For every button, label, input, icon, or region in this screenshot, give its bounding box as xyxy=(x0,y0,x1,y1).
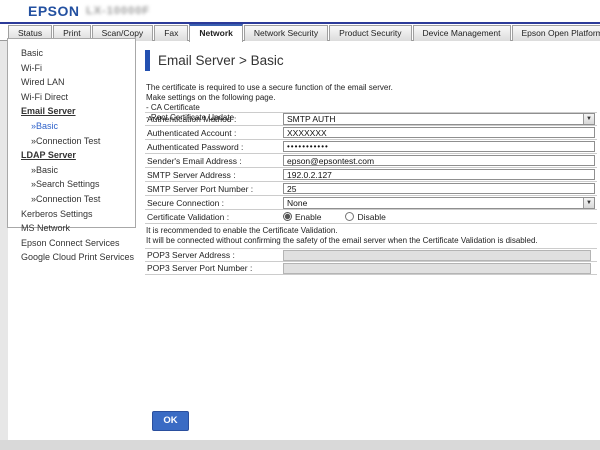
radio-label: Enable xyxy=(295,212,321,222)
field-label: Certificate Validation : xyxy=(145,212,283,222)
form-row-smtp-server-address: SMTP Server Address : xyxy=(145,168,597,182)
tab-network-security[interactable]: Network Security xyxy=(244,25,328,41)
main-content: Email Server > Basic The certificate is … xyxy=(145,41,597,440)
sidebar-item-ldap-connection-test[interactable]: »Connection Test xyxy=(8,192,135,207)
chevron-down-icon[interactable]: ▼ xyxy=(583,198,594,208)
smtp-server-port-number-input[interactable] xyxy=(283,183,595,194)
sidebar-item-email-server-connection-test[interactable]: »Connection Test xyxy=(8,134,135,149)
sidebar-item-email-server-basic[interactable]: »Basic xyxy=(8,119,135,134)
form-row-pop3-server-port-number: POP3 Server Port Number : xyxy=(145,262,597,275)
form-row-authenticated-password: Authenticated Password : xyxy=(145,140,597,154)
chevron-down-icon[interactable]: ▼ xyxy=(583,114,594,124)
tab-network[interactable]: Network xyxy=(189,24,243,42)
enable-radio[interactable] xyxy=(283,212,292,221)
description-line: Make settings on the following page. xyxy=(146,93,393,103)
sidebar-item-kerberos-settings[interactable]: Kerberos Settings xyxy=(8,207,135,222)
form-row-smtp-server-port-number: SMTP Server Port Number : xyxy=(145,182,597,196)
field-label: Secure Connection : xyxy=(145,198,283,208)
sidebar-item-ldap-basic[interactable]: »Basic xyxy=(8,163,135,178)
title-accent-bar xyxy=(145,50,150,71)
certificate-validation-radio-group: Enable Disable xyxy=(283,212,410,222)
sidebar-nav: Basic Wi-Fi Wired LAN Wi-Fi Direct Email… xyxy=(7,38,136,228)
authenticated-password-input[interactable] xyxy=(283,141,595,152)
form-row-authentication-method: Authentication Method : SMTP AUTH ▼ xyxy=(145,112,597,126)
epson-logo: EPSON xyxy=(28,3,80,19)
field-label: SMTP Server Port Number : xyxy=(145,184,283,194)
tab-device-management[interactable]: Device Management xyxy=(413,25,511,41)
selected-value: SMTP AUTH xyxy=(287,114,336,124)
radio-option-enable[interactable]: Enable xyxy=(283,212,321,222)
senders-email-address-input[interactable] xyxy=(283,155,595,166)
selected-value: None xyxy=(287,198,307,208)
authenticated-account-input[interactable] xyxy=(283,127,595,138)
pop3-server-address-input xyxy=(283,250,591,261)
tab-product-security[interactable]: Product Security xyxy=(329,25,411,41)
form-row-pop3-server-address: POP3 Server Address : xyxy=(145,249,597,262)
disable-radio[interactable] xyxy=(345,212,354,221)
field-label: POP3 Server Address : xyxy=(145,250,283,260)
page-title: Email Server > Basic xyxy=(158,53,284,68)
printer-model-label: LX-10000F xyxy=(86,5,150,17)
sidebar-item-google-cloud-print-services[interactable]: Google Cloud Print Services xyxy=(8,250,135,265)
authentication-method-select[interactable]: SMTP AUTH ▼ xyxy=(283,113,595,125)
form-row-authenticated-account: Authenticated Account : xyxy=(145,126,597,140)
certificate-validation-note: It is recommended to enable the Certific… xyxy=(145,224,597,249)
secure-connection-select[interactable]: None ▼ xyxy=(283,197,595,209)
sidebar-section-ldap-server[interactable]: LDAP Server xyxy=(8,148,135,163)
ok-button[interactable]: OK xyxy=(152,411,189,431)
radio-option-disable[interactable]: Disable xyxy=(345,212,385,222)
smtp-server-address-input[interactable] xyxy=(283,169,595,180)
sidebar-item-ldap-search-settings[interactable]: »Search Settings xyxy=(8,177,135,192)
field-label: Authentication Method : xyxy=(145,114,283,124)
sidebar-item-wifi[interactable]: Wi-Fi xyxy=(8,61,135,76)
field-label: Authenticated Account : xyxy=(145,128,283,138)
form-row-secure-connection: Secure Connection : None ▼ xyxy=(145,196,597,210)
form-row-senders-email-address: Sender's Email Address : xyxy=(145,154,597,168)
email-server-form: Authentication Method : SMTP AUTH ▼ Auth… xyxy=(145,112,597,275)
description-line: The certificate is required to use a sec… xyxy=(146,83,393,93)
field-label: Sender's Email Address : xyxy=(145,156,283,166)
footer-bar xyxy=(0,440,600,450)
sidebar-item-wifi-direct[interactable]: Wi-Fi Direct xyxy=(8,90,135,105)
sidebar-item-epson-connect-services[interactable]: Epson Connect Services xyxy=(8,236,135,251)
field-label: SMTP Server Address : xyxy=(145,170,283,180)
tab-fax[interactable]: Fax xyxy=(154,25,188,41)
field-label: Authenticated Password : xyxy=(145,142,283,152)
sidebar-item-basic[interactable]: Basic xyxy=(8,46,135,61)
app-header: EPSON LX-10000F xyxy=(0,0,600,22)
note-line: It is recommended to enable the Certific… xyxy=(146,226,597,236)
sidebar-item-ms-network[interactable]: MS Network xyxy=(8,221,135,236)
field-label: POP3 Server Port Number : xyxy=(145,263,283,273)
sidebar-item-wired-lan[interactable]: Wired LAN xyxy=(8,75,135,90)
tab-epson-open-platform[interactable]: Epson Open Platform xyxy=(512,25,600,41)
sidebar-section-email-server[interactable]: Email Server xyxy=(8,104,135,119)
pop3-server-port-number-input xyxy=(283,263,591,274)
radio-label: Disable xyxy=(357,212,385,222)
form-row-certificate-validation: Certificate Validation : Enable Disable xyxy=(145,210,597,224)
note-line: It will be connected without confirming … xyxy=(146,236,597,246)
